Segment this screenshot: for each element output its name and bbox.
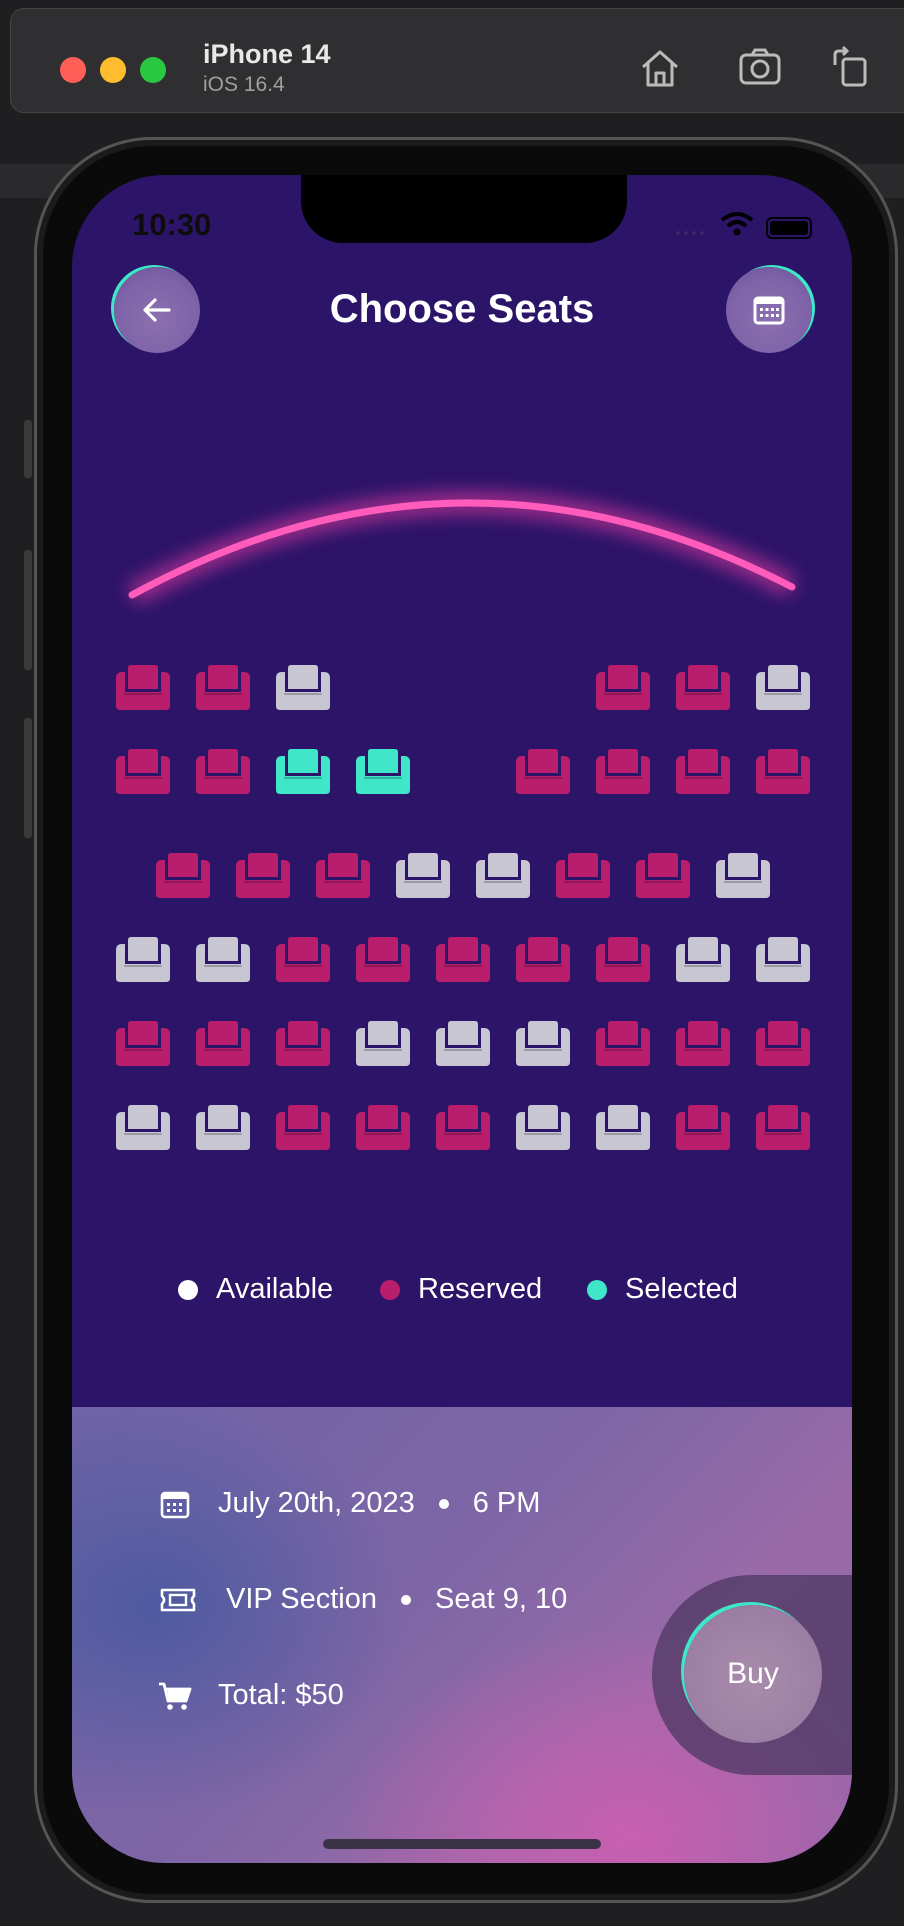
seat-reserved-r2c2 — [192, 748, 254, 796]
date-row: July 20th, 2023 6 PM — [158, 1487, 540, 1520]
cinema-screen-arc — [126, 491, 798, 605]
volume-down-button — [24, 718, 32, 838]
seat-available-r5c4[interactable] — [352, 1020, 414, 1068]
seat-reserved-r2c6 — [512, 748, 574, 796]
seat-reserved-r3c6 — [552, 852, 614, 900]
calendar-button[interactable] — [726, 267, 812, 353]
separator-dot — [438, 1498, 449, 1509]
seat-reserved-r1c8 — [672, 664, 734, 712]
rotate-icon[interactable] — [829, 45, 875, 91]
simulator-title-bar: iPhone 14 iOS 16.4 — [10, 8, 904, 113]
seat-selected-r2c3[interactable] — [272, 748, 334, 796]
device-name: iPhone 14 — [203, 39, 331, 69]
zoom-window-button[interactable] — [140, 57, 166, 83]
seat-reserved-r3c1 — [152, 852, 214, 900]
seat-available-r3c5[interactable] — [472, 852, 534, 900]
legend-available: Available — [178, 1273, 333, 1306]
seat-reserved-r5c1 — [112, 1020, 174, 1068]
seat-available-r3c8[interactable] — [712, 852, 774, 900]
buy-button[interactable]: Buy — [684, 1605, 822, 1743]
seat-available-r6c7[interactable] — [592, 1104, 654, 1152]
seat-available-r6c2[interactable] — [192, 1104, 254, 1152]
wifi-icon — [720, 212, 754, 236]
seat-reserved-r6c8 — [672, 1104, 734, 1152]
minimize-window-button[interactable] — [100, 57, 126, 83]
seat-reserved-r4c6 — [512, 936, 574, 984]
legend-reserved-label: Reserved — [418, 1273, 543, 1305]
seat-available-r6c1[interactable] — [112, 1104, 174, 1152]
booking-time: 6 PM — [472, 1487, 541, 1519]
seat-reserved-r2c1 — [112, 748, 174, 796]
seat-reserved-r1c7 — [592, 664, 654, 712]
reserved-dot-icon — [380, 1279, 400, 1300]
available-dot-icon — [178, 1279, 198, 1300]
seat-reserved-r4c5 — [432, 936, 494, 984]
os-version: iOS 16.4 — [203, 73, 285, 96]
volume-up-button — [24, 550, 32, 670]
legend-selected: Selected — [587, 1273, 738, 1306]
seat-reserved-r4c3 — [272, 936, 334, 984]
booking-date: July 20th, 2023 — [218, 1487, 415, 1519]
buy-button-container: Buy — [652, 1575, 852, 1775]
seat-available-r4c9[interactable] — [752, 936, 814, 984]
seat-available-r5c5[interactable] — [432, 1020, 494, 1068]
seat-available-r1c3[interactable] — [272, 664, 334, 712]
selected-dot-icon — [587, 1279, 607, 1300]
calendar-icon — [753, 296, 785, 325]
home-indicator — [323, 1839, 601, 1849]
signal-icon — [676, 231, 704, 235]
seat-available-r4c1[interactable] — [112, 936, 174, 984]
booking-section: VIP Section — [226, 1583, 378, 1615]
legend-reserved: Reserved — [380, 1273, 542, 1306]
screenshot-icon[interactable] — [737, 45, 783, 91]
seat-available-r4c2[interactable] — [192, 936, 254, 984]
seat-reserved-r2c9 — [752, 748, 814, 796]
legend-available-label: Available — [216, 1273, 334, 1305]
separator-dot — [401, 1594, 412, 1605]
seat-reserved-r6c5 — [432, 1104, 494, 1152]
seat-reserved-r5c2 — [192, 1020, 254, 1068]
seat-reserved-r1c2 — [192, 664, 254, 712]
total-row: Total: $50 — [158, 1679, 344, 1712]
seat-available-r1c9[interactable] — [752, 664, 814, 712]
seat-available-r4c8[interactable] — [672, 936, 734, 984]
legend-selected-label: Selected — [625, 1273, 738, 1305]
seat-reserved-r6c9 — [752, 1104, 814, 1152]
close-window-button[interactable] — [60, 57, 86, 83]
seat-available-r5c6[interactable] — [512, 1020, 574, 1068]
seat-reserved-r4c4 — [352, 936, 414, 984]
seat-reserved-r3c3 — [312, 852, 374, 900]
seat-reserved-r6c3 — [272, 1104, 334, 1152]
cart-icon — [158, 1681, 192, 1711]
seat-reserved-r5c9 — [752, 1020, 814, 1068]
seat-reserved-r6c4 — [352, 1104, 414, 1152]
seat-reserved-r4c7 — [592, 936, 654, 984]
status-time: 10:30 — [132, 207, 212, 242]
notch — [301, 175, 627, 243]
app-screen: 10:30 Choose Seats Available Reserved Se… — [72, 175, 852, 1863]
booking-total: Total: $50 — [218, 1679, 344, 1711]
seat-reserved-r1c1 — [112, 664, 174, 712]
seat-available-r3c4[interactable] — [392, 852, 454, 900]
silent-switch — [24, 420, 32, 478]
seat-reserved-r2c7 — [592, 748, 654, 796]
battery-icon — [766, 217, 812, 239]
seat-reserved-r5c3 — [272, 1020, 334, 1068]
booking-seats: Seat 9, 10 — [435, 1583, 568, 1615]
ticket-icon — [158, 1585, 198, 1615]
home-icon[interactable] — [637, 45, 683, 91]
seat-selected-r2c4[interactable] — [352, 748, 414, 796]
seat-available-r6c6[interactable] — [512, 1104, 574, 1152]
calendar-icon — [158, 1489, 192, 1519]
seat-reserved-r3c7 — [632, 852, 694, 900]
section-row: VIP Section Seat 9, 10 — [158, 1583, 567, 1616]
seat-reserved-r3c2 — [232, 852, 294, 900]
seat-reserved-r5c7 — [592, 1020, 654, 1068]
seat-reserved-r2c8 — [672, 748, 734, 796]
legend: Available Reserved Selected — [72, 1273, 852, 1313]
seat-reserved-r5c8 — [672, 1020, 734, 1068]
